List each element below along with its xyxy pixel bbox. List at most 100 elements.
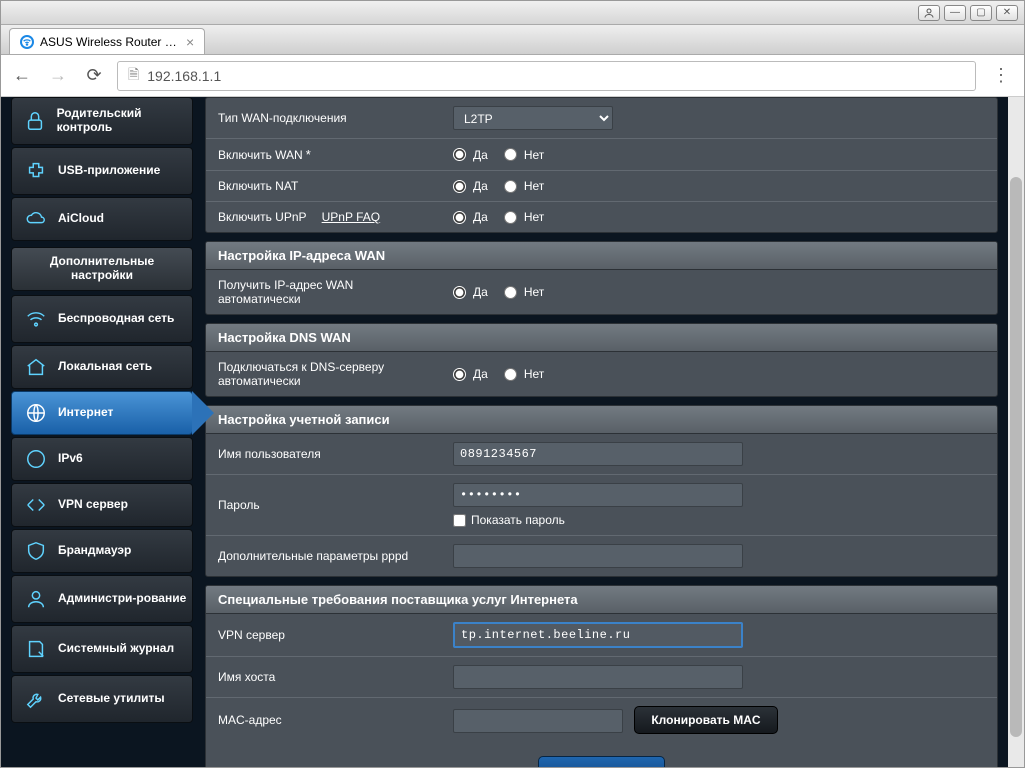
scrollbar-thumb[interactable] — [1010, 177, 1022, 737]
router-page: Родительский контроль USB-приложение AiC… — [1, 97, 1008, 767]
dns-auto-yes[interactable]: Да — [453, 367, 488, 381]
radio-yes[interactable] — [453, 211, 466, 224]
panel-dns: Настройка DNS WAN Подключаться к DNS-сер… — [205, 323, 998, 397]
radio-no[interactable] — [504, 211, 517, 224]
apply-row: Применить — [206, 742, 997, 767]
enable-upnp-no[interactable]: Нет — [504, 210, 544, 224]
enable-wan-label: Включить WAN — [218, 148, 303, 162]
sidebar-item-lan[interactable]: Локальная сеть — [11, 345, 193, 389]
wan-ip-auto-label: Получить IP-адрес WAN автоматически — [218, 278, 353, 306]
password-input[interactable] — [453, 483, 743, 507]
sidebar-item-vpn[interactable]: VPN сервер — [11, 483, 193, 527]
maximize-button[interactable]: ▢ — [970, 5, 992, 21]
radio-yes[interactable] — [453, 286, 466, 299]
dns-auto-no[interactable]: Нет — [504, 367, 544, 381]
panel-basic: Тип WAN-подключения L2TP Включить WAN* — [205, 97, 998, 233]
sidebar-item-ipv6[interactable]: IPv6 — [11, 437, 193, 481]
address-bar[interactable]: 🗎 192.168.1.1 — [117, 61, 976, 91]
wifi-favicon-icon — [20, 35, 34, 49]
sidebar-item-aicloud[interactable]: AiCloud — [11, 197, 193, 241]
radio-yes[interactable] — [453, 368, 466, 381]
show-password-checkbox[interactable] — [453, 514, 466, 527]
dns-auto-label: Подключаться к DNS-серверу автоматически — [218, 360, 384, 388]
sidebar-item-label: IPv6 — [58, 452, 83, 466]
sidebar-item-label: Брандмауэр — [58, 544, 131, 558]
wrench-icon — [24, 687, 48, 711]
sidebar-item-label: VPN сервер — [58, 498, 128, 512]
radio-yes[interactable] — [453, 180, 466, 193]
enable-upnp-yes[interactable]: Да — [453, 210, 488, 224]
radio-no[interactable] — [504, 368, 517, 381]
panel-wan-ip: Настройка IP-адреса WAN Получить IP-адре… — [205, 241, 998, 315]
wan-ip-auto-no[interactable]: Нет — [504, 285, 544, 299]
show-password-toggle[interactable]: Показать пароль — [453, 513, 565, 527]
close-window-button[interactable]: ✕ — [996, 5, 1018, 21]
menu-button[interactable]: ⋮ — [986, 65, 1016, 86]
tab-close-icon[interactable]: × — [186, 34, 194, 50]
username-input[interactable] — [453, 442, 743, 466]
sidebar-item-syslog[interactable]: Системный журнал — [11, 625, 193, 673]
scrollbar-track[interactable] — [1008, 97, 1024, 767]
sidebar-item-firewall[interactable]: Брандмауэр — [11, 529, 193, 573]
radio-no[interactable] — [504, 286, 517, 299]
enable-wan-yes[interactable]: Да — [453, 148, 488, 162]
back-button[interactable]: ← — [9, 63, 35, 89]
reload-button[interactable]: ⟳ — [81, 63, 107, 89]
forward-button[interactable]: → — [45, 63, 71, 89]
mac-input[interactable] — [453, 709, 623, 733]
required-asterisk: * — [306, 147, 311, 162]
sidebar-item-label: Беспроводная сеть — [58, 312, 174, 326]
upnp-faq-link[interactable]: UPnP FAQ — [322, 210, 380, 224]
panel-isp: Специальные требования поставщика услуг … — [205, 585, 998, 767]
radio-yes[interactable] — [453, 148, 466, 161]
minimize-button[interactable]: — — [944, 5, 966, 21]
enable-wan-no[interactable]: Нет — [504, 148, 544, 162]
clone-mac-button[interactable]: Клонировать MAC — [634, 706, 777, 734]
panel-header-isp: Специальные требования поставщика услуг … — [206, 586, 997, 614]
user-button[interactable] — [918, 5, 940, 21]
shield-icon — [24, 539, 48, 563]
browser-tab[interactable]: ASUS Wireless Router RT × — [9, 28, 205, 54]
sidebar-item-admin[interactable]: Администри-рование — [11, 575, 193, 623]
pppd-extra-input[interactable] — [453, 544, 743, 568]
sidebar-item-label: Родительский контроль — [57, 107, 192, 135]
cloud-icon — [24, 207, 48, 231]
browser-window: — ▢ ✕ ASUS Wireless Router RT × ← → ⟳ 🗎 … — [0, 0, 1025, 768]
globe-icon — [24, 401, 48, 425]
person-icon — [24, 587, 48, 611]
panel-header-wan-ip: Настройка IP-адреса WAN — [206, 242, 997, 270]
lock-icon — [24, 109, 47, 133]
enable-upnp-label: Включить UPnP — [218, 210, 306, 224]
sidebar-item-label: AiCloud — [58, 212, 104, 226]
enable-nat-no[interactable]: Нет — [504, 179, 544, 193]
panel-account: Настройка учетной записи Имя пользовател… — [205, 405, 998, 577]
pppd-extra-label: Дополнительные параметры pppd — [218, 549, 408, 563]
radio-no[interactable] — [504, 180, 517, 193]
password-label: Пароль — [218, 498, 260, 512]
wifi-icon — [24, 307, 48, 331]
log-icon — [24, 637, 48, 661]
hostname-input[interactable] — [453, 665, 743, 689]
sidebar-item-usb[interactable]: USB-приложение — [11, 147, 193, 195]
sidebar-item-parental[interactable]: Родительский контроль — [11, 97, 193, 145]
vpn-icon — [24, 493, 48, 517]
sidebar-item-nettools[interactable]: Сетевые утилиты — [11, 675, 193, 723]
puzzle-icon — [24, 159, 48, 183]
tab-title: ASUS Wireless Router RT — [40, 35, 180, 49]
wan-type-label: Тип WAN-подключения — [218, 111, 347, 125]
wan-type-select[interactable]: L2TP — [453, 106, 613, 130]
mac-label: MAC-адрес — [218, 713, 282, 727]
panel-header-account: Настройка учетной записи — [206, 406, 997, 434]
apply-button[interactable]: Применить — [538, 756, 664, 767]
radio-no[interactable] — [504, 148, 517, 161]
vpn-server-label: VPN сервер — [218, 628, 285, 642]
page-icon: 🗎 — [128, 64, 139, 88]
enable-nat-yes[interactable]: Да — [453, 179, 488, 193]
enable-nat-label: Включить NAT — [218, 179, 298, 193]
sidebar-item-internet[interactable]: Интернет — [11, 391, 193, 435]
main-content: Тип WAN-подключения L2TP Включить WAN* — [205, 97, 998, 767]
vpn-server-input[interactable] — [453, 622, 743, 648]
wan-ip-auto-yes[interactable]: Да — [453, 285, 488, 299]
sidebar-item-label: Администри-рование — [58, 592, 186, 606]
sidebar-item-wireless[interactable]: Беспроводная сеть — [11, 295, 193, 343]
